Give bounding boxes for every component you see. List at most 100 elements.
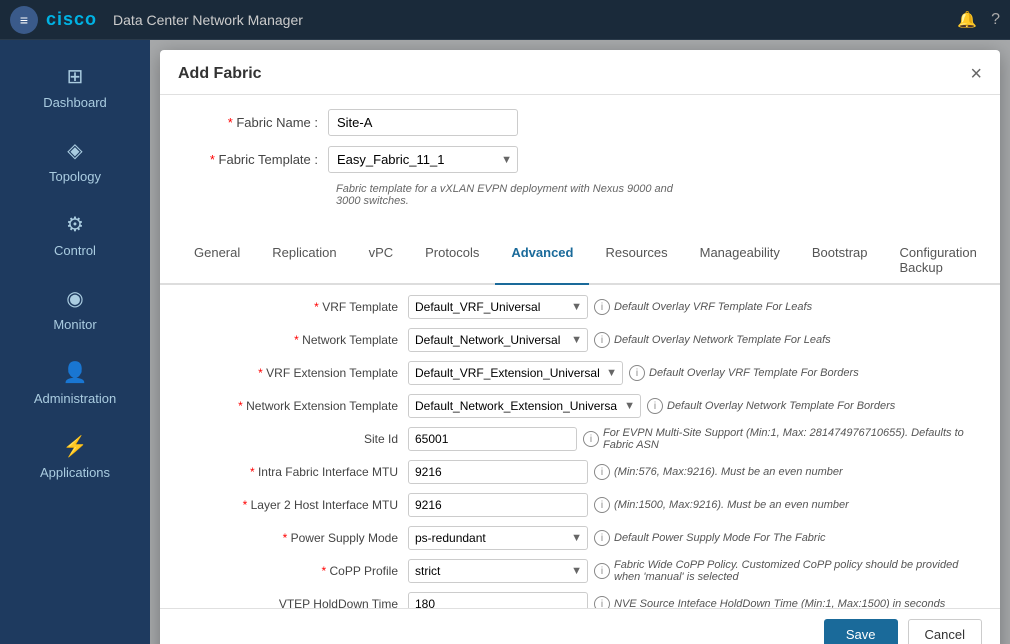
vtep-holddown-input[interactable]: [408, 592, 588, 608]
layer2-host-mtu-input[interactable]: [408, 493, 588, 517]
vrf-extension-template-info-icon[interactable]: i: [629, 365, 645, 381]
tab-general[interactable]: General: [178, 237, 256, 285]
site-id-desc: For EVPN Multi-Site Support (Min:1, Max:…: [603, 427, 982, 451]
fabric-template-select-wrap: Easy_Fabric_11_1 ▼: [328, 146, 518, 173]
fabric-template-label: Fabric Template :: [178, 152, 318, 167]
vtep-holddown-row: VTEP HoldDown Time i NVE Source Inteface…: [178, 592, 982, 608]
cancel-button[interactable]: Cancel: [908, 619, 982, 644]
power-supply-mode-info-icon[interactable]: i: [594, 530, 610, 546]
sidebar-item-applications[interactable]: ⚡ Applications: [0, 420, 150, 494]
sidebar-item-label: Control: [54, 243, 96, 258]
fabric-form-top: Fabric Name : Fabric Template : Easy_Fab…: [160, 95, 1000, 231]
tab-configuration-backup[interactable]: Configuration Backup: [884, 237, 993, 285]
fabric-template-hint: Fabric template for a vXLAN EVPN deploym…: [336, 183, 696, 207]
layer2-host-mtu-info-icon[interactable]: i: [594, 497, 610, 513]
topbar-right: 🔔 ?: [957, 10, 1000, 30]
fabric-template-select[interactable]: Easy_Fabric_11_1: [328, 146, 518, 173]
tab-vpc[interactable]: vPC: [353, 237, 410, 285]
fabric-name-row: Fabric Name :: [178, 109, 982, 136]
network-extension-template-desc: Default Overlay Network Template For Bor…: [667, 400, 895, 412]
control-icon: ⚙: [66, 212, 84, 237]
network-template-select[interactable]: Default_Network_Universal: [408, 328, 588, 352]
tab-bar: General Replication vPC Protocols Advanc…: [160, 237, 1000, 285]
fabric-name-label: Fabric Name :: [178, 115, 318, 130]
help-icon[interactable]: ?: [991, 11, 1000, 29]
sidebar-item-label: Monitor: [53, 317, 96, 332]
sidebar-item-monitor[interactable]: ◉ Monitor: [0, 272, 150, 346]
content-area: Add Fabric × Fabric Name : Fabric Templa…: [150, 40, 1010, 644]
vrf-template-desc: Default Overlay VRF Template For Leafs: [614, 301, 812, 313]
app-menu-icon[interactable]: ≡: [10, 6, 38, 34]
layer2-host-mtu-label: Layer 2 Host Interface MTU: [178, 498, 398, 512]
network-extension-template-select[interactable]: Default_Network_Extension_Universa: [408, 394, 641, 418]
power-supply-mode-label: Power Supply Mode: [178, 531, 398, 545]
vrf-extension-template-select[interactable]: Default_VRF_Extension_Universal: [408, 361, 623, 385]
vrf-extension-template-desc: Default Overlay VRF Template For Borders: [649, 367, 859, 379]
layer2-host-mtu-desc: (Min:1500, Max:9216). Must be an even nu…: [614, 499, 849, 511]
copp-profile-info-icon[interactable]: i: [594, 563, 610, 579]
intra-fabric-mtu-info-icon[interactable]: i: [594, 464, 610, 480]
tab-resources[interactable]: Resources: [589, 237, 683, 285]
tab-manageability[interactable]: Manageability: [684, 237, 796, 285]
copp-profile-label: CoPP Profile: [178, 564, 398, 578]
copp-profile-row: CoPP Profile strict ▼ i Fabric Wide CoPP…: [178, 559, 982, 583]
save-button[interactable]: Save: [824, 619, 898, 644]
network-extension-template-label: Network Extension Template: [178, 399, 398, 413]
fabric-template-row: Fabric Template : Easy_Fabric_11_1 ▼: [178, 146, 982, 173]
modal-close-button[interactable]: ×: [970, 64, 982, 84]
fabric-hint-row: Fabric template for a vXLAN EVPN deploym…: [178, 183, 982, 207]
modal-title: Add Fabric: [178, 65, 262, 83]
sidebar-item-dashboard[interactable]: ⊞ Dashboard: [0, 50, 150, 124]
app-title: Data Center Network Manager: [113, 12, 303, 28]
monitor-icon: ◉: [66, 286, 83, 311]
copp-profile-select-wrap: strict ▼: [408, 559, 588, 583]
network-extension-template-row: Network Extension Template Default_Netwo…: [178, 394, 982, 418]
modal-footer: Save Cancel: [160, 608, 1000, 644]
network-extension-template-info-icon[interactable]: i: [647, 398, 663, 414]
network-template-desc: Default Overlay Network Template For Lea…: [614, 334, 831, 346]
vtep-holddown-info-icon[interactable]: i: [594, 596, 610, 608]
vrf-extension-template-row: VRF Extension Template Default_VRF_Exten…: [178, 361, 982, 385]
tab-advanced[interactable]: Advanced: [495, 237, 589, 285]
network-template-info-icon[interactable]: i: [594, 332, 610, 348]
copp-profile-desc: Fabric Wide CoPP Policy. Customized CoPP…: [614, 559, 982, 583]
intra-fabric-mtu-input[interactable]: [408, 460, 588, 484]
vtep-holddown-desc: NVE Source Inteface HoldDown Time (Min:1…: [614, 598, 945, 608]
dashboard-icon: ⊞: [67, 64, 84, 89]
sidebar-item-label: Administration: [34, 391, 116, 406]
modal-header: Add Fabric ×: [160, 50, 1000, 95]
vrf-template-select-wrap: Default_VRF_Universal ▼: [408, 295, 588, 319]
sidebar-item-label: Applications: [40, 465, 110, 480]
tab-bootstrap[interactable]: Bootstrap: [796, 237, 884, 285]
site-id-row: Site Id i For EVPN Multi-Site Support (M…: [178, 427, 982, 451]
sidebar-item-label: Topology: [49, 169, 101, 184]
tab-protocols[interactable]: Protocols: [409, 237, 495, 285]
power-supply-mode-row: Power Supply Mode ps-redundant ▼ i Defau…: [178, 526, 982, 550]
cisco-logo: cisco: [46, 9, 97, 30]
vrf-template-info-icon[interactable]: i: [594, 299, 610, 315]
copp-profile-select[interactable]: strict: [408, 559, 588, 583]
site-id-info-icon[interactable]: i: [583, 431, 599, 447]
bell-icon[interactable]: 🔔: [957, 10, 977, 30]
power-supply-mode-select-wrap: ps-redundant ▼: [408, 526, 588, 550]
intra-fabric-mtu-desc: (Min:576, Max:9216). Must be an even num…: [614, 466, 843, 478]
sidebar-item-topology[interactable]: ◈ Topology: [0, 124, 150, 198]
vtep-holddown-label: VTEP HoldDown Time: [178, 597, 398, 608]
power-supply-mode-select[interactable]: ps-redundant: [408, 526, 588, 550]
vrf-extension-template-label: VRF Extension Template: [178, 366, 398, 380]
sidebar: ⊞ Dashboard ◈ Topology ⚙ Control ◉ Monit…: [0, 40, 150, 644]
applications-icon: ⚡: [63, 434, 88, 459]
power-supply-mode-desc: Default Power Supply Mode For The Fabric: [614, 532, 826, 544]
site-id-input[interactable]: [408, 427, 577, 451]
vrf-extension-template-select-wrap: Default_VRF_Extension_Universal ▼: [408, 361, 623, 385]
fabric-name-input[interactable]: [328, 109, 518, 136]
sidebar-item-label: Dashboard: [43, 95, 107, 110]
sidebar-item-administration[interactable]: 👤 Administration: [0, 346, 150, 420]
topology-icon: ◈: [67, 138, 82, 163]
tab-replication[interactable]: Replication: [256, 237, 352, 285]
topbar: ≡ cisco Data Center Network Manager 🔔 ?: [0, 0, 1010, 40]
sidebar-item-control[interactable]: ⚙ Control: [0, 198, 150, 272]
advanced-tab-content: VRF Template Default_VRF_Universal ▼ i D…: [160, 285, 1000, 608]
vrf-template-select[interactable]: Default_VRF_Universal: [408, 295, 588, 319]
intra-fabric-mtu-row: Intra Fabric Interface MTU i (Min:576, M…: [178, 460, 982, 484]
